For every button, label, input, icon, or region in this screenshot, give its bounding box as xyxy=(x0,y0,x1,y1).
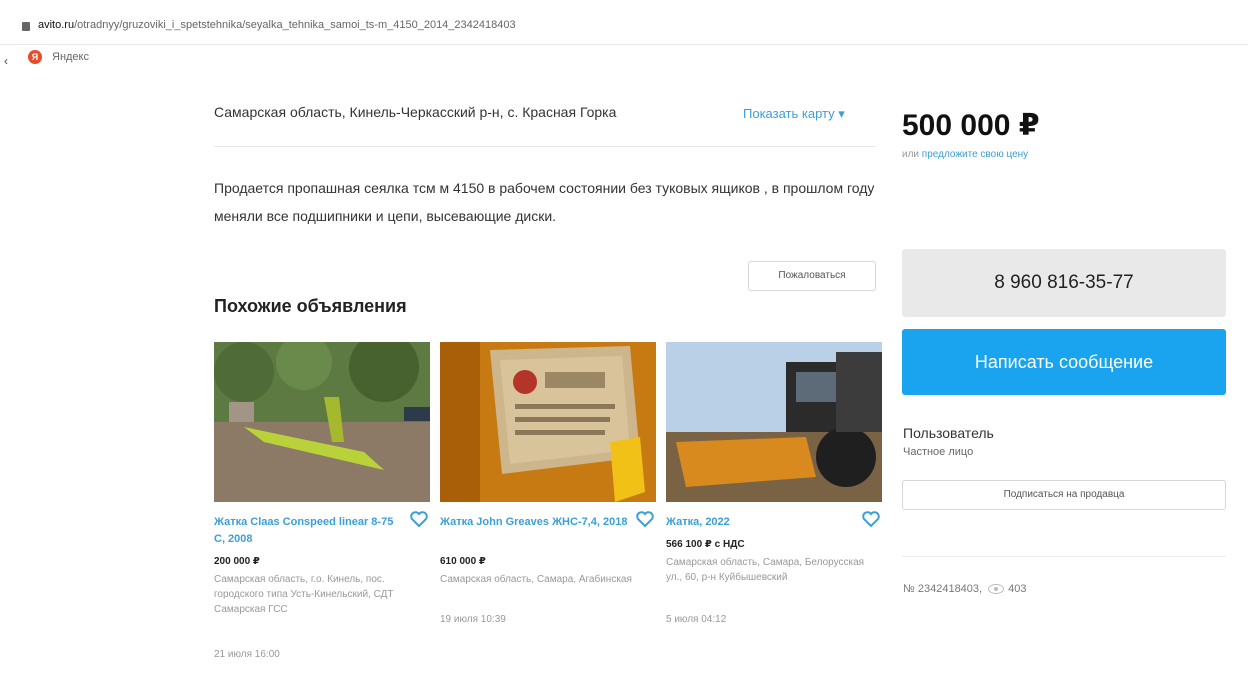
views-count: 403 xyxy=(1008,583,1027,595)
card-address: Самарская область, Самара, Агабинская xyxy=(440,574,632,585)
seller-name[interactable]: Пользователь xyxy=(903,425,994,441)
card-date: 21 июля 16:00 xyxy=(214,649,280,660)
card-price: 200 000 ₽ xyxy=(214,556,260,567)
card-photo[interactable] xyxy=(666,342,882,502)
favorite-heart-icon[interactable] xyxy=(408,508,430,530)
divider xyxy=(902,556,1226,557)
offer-price-text: или предложите свою цену xyxy=(902,149,1029,160)
card-date: 5 июля 04:12 xyxy=(666,614,727,625)
toolbar-divider xyxy=(0,44,1248,45)
card-photo[interactable] xyxy=(214,342,430,502)
ad-number: № 2342418403, xyxy=(903,583,983,595)
card-title[interactable]: Жатка, 2022 xyxy=(666,514,856,531)
yandex-icon[interactable]: Я xyxy=(28,50,42,64)
card-price: 566 100 ₽ с НДС xyxy=(666,539,745,550)
listing-price: 500 000 ₽ xyxy=(902,109,1040,142)
report-button[interactable]: Пожаловаться xyxy=(748,261,876,291)
seller-type: Частное лицо xyxy=(903,446,974,458)
favorite-heart-icon[interactable] xyxy=(860,508,882,530)
bookmark-yandex[interactable]: Яндекс xyxy=(52,51,89,63)
favorite-heart-icon[interactable] xyxy=(634,508,656,530)
show-map-link[interactable]: Показать карту ▾ xyxy=(743,106,845,122)
show-phone-button[interactable]: 8 960 816-35-77 xyxy=(902,249,1226,317)
card-title[interactable]: Жатка Claas Conspeed linear 8-75 C, 2008 xyxy=(214,514,404,548)
card-photo[interactable] xyxy=(440,342,656,502)
card-date: 19 июля 10:39 xyxy=(440,614,506,625)
offer-price-link[interactable]: предложите свою цену xyxy=(922,149,1028,160)
listing-description: Продается пропашная сеялка тсм м 4150 в … xyxy=(214,180,875,224)
card-address: Самарская область, г.о. Кинель, пос. гор… xyxy=(214,574,394,615)
lock-icon xyxy=(22,22,30,31)
chevron-down-icon: ▾ xyxy=(838,106,845,121)
ad-meta: № 2342418403, 403 xyxy=(903,583,1026,595)
views-eye-icon xyxy=(988,584,1005,595)
subscribe-seller-button[interactable]: Подписаться на продавца xyxy=(902,480,1226,510)
write-message-button[interactable]: Написать сообщение xyxy=(902,329,1226,395)
similar-ads-heading: Похожие объявления xyxy=(214,296,407,316)
card-price: 610 000 ₽ xyxy=(440,556,486,567)
url-text[interactable]: avito.ru/otradnyy/gruzoviki_i_spetstehni… xyxy=(38,19,516,31)
bookmarks-chevron-icon[interactable]: ‹ xyxy=(4,54,8,68)
divider xyxy=(214,146,876,147)
listing-location: Самарская область, Кинель-Черкасский р-н… xyxy=(214,104,617,120)
card-title[interactable]: Жатка John Greaves ЖНС-7,4, 2018 xyxy=(440,514,630,531)
card-address: Самарская область, Самара, Белорусская у… xyxy=(666,557,865,583)
